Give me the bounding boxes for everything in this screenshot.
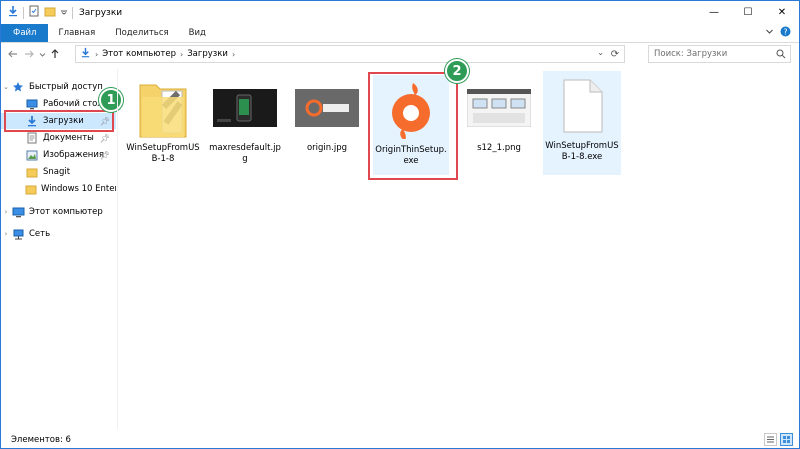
tab-home[interactable]: Главная [48,24,105,42]
address-bar[interactable]: › Этот компьютер › Загрузки › ⌄ ⟳ [75,45,625,63]
nav-item-label: Рабочий стол [43,99,103,109]
chevron-down-icon [39,52,45,57]
file-name: origin.jpg [306,143,348,153]
arrow-right-icon [25,50,34,58]
search-placeholder: Поиск: Загрузки [654,49,728,59]
details-view-button[interactable] [764,433,777,446]
search-input[interactable]: Поиск: Загрузки [648,45,791,63]
explorer-window: Загрузки — ☐ ✕ Файл Главная Поделиться В… [0,0,800,449]
downloads-icon [80,47,91,61]
pictures-icon [25,149,39,161]
step-badge-1: 1 [99,88,123,112]
folder-icon [25,166,39,178]
nav-item-label: Документы [43,133,94,143]
file-icon [549,71,615,141]
item-count: Элементов: 6 [11,434,71,445]
file-name: WinSetupFromUSB-1-8.exe [545,141,619,162]
nav-item-documents[interactable]: Документы 📌︎ [1,130,116,146]
image-thumbnail-icon [294,73,360,143]
chevron-right-icon[interactable]: › [1,230,11,238]
window-title: Загрузки [79,7,123,18]
file-item-exe[interactable]: WinSetupFromUSB-1-8.exe [543,71,621,175]
toolbar-separator [72,6,73,19]
forward-button[interactable] [21,45,37,63]
minimize-button[interactable]: — [697,1,731,24]
file-name: s12_1.png [477,143,521,153]
svg-text:?: ? [783,27,787,36]
status-bar: Элементов: 6 [1,431,799,448]
image-thumbnail-icon [466,73,532,143]
tab-view[interactable]: Вид [179,24,216,42]
arrow-up-icon [51,49,59,58]
chevron-right-icon: › [231,49,236,59]
nav-network[interactable]: › Сеть [1,226,116,242]
pin-icon: 📌︎ [99,133,110,143]
nav-quick-access[interactable]: ⌄ Быстрый доступ [1,79,116,95]
nav-this-pc[interactable]: › Этот компьютер [1,204,116,220]
list-icon [767,436,774,443]
help-icon[interactable]: ? [780,26,791,40]
step-badge-2: 2 [445,59,469,83]
tab-share[interactable]: Поделиться [105,24,178,42]
arrow-left-icon [8,50,17,58]
file-item-folder[interactable]: WinSetupFromUSB-1-8 [125,73,201,183]
nav-quick-access-label: Быстрый доступ [29,82,103,92]
nav-network-label: Сеть [29,229,51,239]
nav-item-label: Snagit [43,167,71,177]
chevron-down-icon[interactable] [60,7,68,18]
nav-item-label: Изображения [43,150,105,160]
up-button[interactable] [47,45,63,63]
nav-this-pc-label: Этот компьютер [29,207,103,217]
folder-icon [130,73,196,143]
computer-icon [11,206,25,218]
file-name: maxresdefault.jpg [209,143,281,164]
highlight-origin-setup [368,72,458,180]
chevron-right-icon: › [95,49,99,59]
file-name: WinSetupFromUSB-1-8 [126,143,200,164]
quick-access-toolbar [7,5,73,20]
downloads-icon [7,5,19,20]
network-icon [11,228,25,240]
close-button[interactable]: ✕ [765,1,799,24]
large-icons-view-button[interactable] [780,433,793,446]
breadcrumb-downloads[interactable]: Загрузки [187,49,228,59]
ribbon-tabs: Файл Главная Поделиться Вид ? [1,24,799,43]
back-button[interactable] [5,45,21,63]
chevron-down-icon[interactable] [765,27,774,39]
file-item-image[interactable]: origin.jpg [289,73,365,183]
folder-icon [25,183,37,195]
tab-file[interactable]: Файл [1,24,49,42]
chevron-right-icon: › [180,49,184,59]
new-folder-icon[interactable] [44,5,56,20]
ribbon-controls: ? [765,24,799,42]
address-row: › Этот компьютер › Загрузки › ⌄ ⟳ Поиск:… [1,43,799,65]
image-thumbnail-icon [212,73,278,143]
recent-locations-button[interactable] [37,45,47,63]
properties-icon[interactable] [28,5,40,20]
chevron-right-icon[interactable]: › [1,208,11,216]
file-item-image[interactable]: s12_1.png [461,73,537,183]
search-icon [776,49,786,62]
toolbar-separator [23,6,24,19]
grid-icon [783,436,790,443]
desktop-icon [25,98,39,110]
nav-item-snagit[interactable]: Snagit [1,164,116,180]
file-item-image[interactable]: maxresdefault.jpg [207,73,283,183]
nav-item-pictures[interactable]: Изображения 📌︎ [1,147,116,163]
star-icon [11,81,25,93]
chevron-down-icon[interactable]: ⌄ [1,83,11,91]
maximize-button[interactable]: ☐ [731,1,765,24]
refresh-icon[interactable]: ⟳ [608,48,622,60]
highlight-downloads [4,110,114,132]
breadcrumb-this-pc[interactable]: Этот компьютер [102,49,176,59]
documents-icon [25,132,39,144]
pin-icon: 📌︎ [99,150,110,160]
nav-item-label: Windows 10 Enterp [41,184,116,194]
chevron-down-icon[interactable]: ⌄ [597,48,604,57]
nav-item-windows10[interactable]: Windows 10 Enterp [1,181,116,197]
view-buttons [764,433,793,446]
pane-separator [117,69,118,429]
title-bar: Загрузки — ☐ ✕ [1,1,799,24]
window-controls: — ☐ ✕ [697,1,799,24]
